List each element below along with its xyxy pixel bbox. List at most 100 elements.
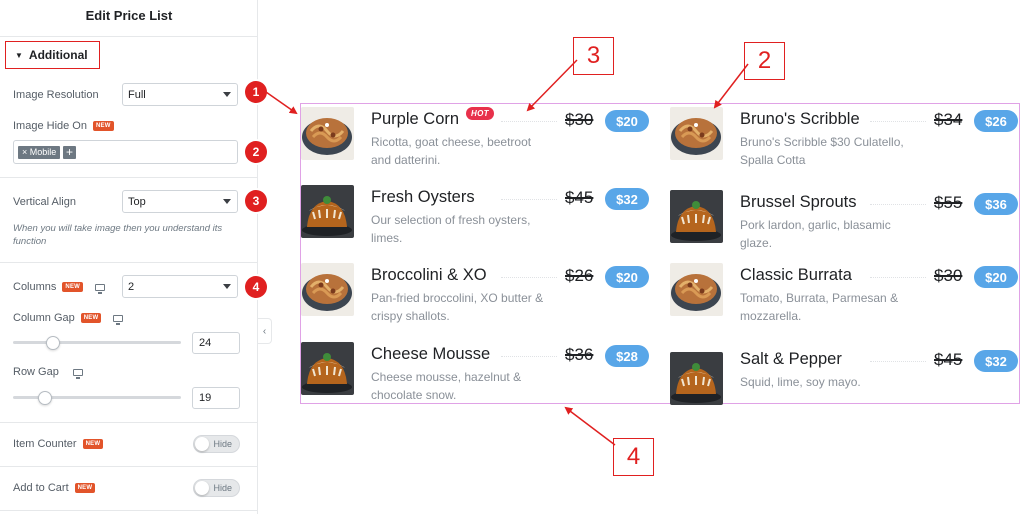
vertical-align-value: Top [128,195,146,208]
vertical-align-note: When you will take image then you unders… [13,223,223,247]
row-gap-input[interactable]: 19 [192,387,240,409]
leader-dots [501,356,557,357]
image-hide-on-text: Image Hide On [13,120,87,132]
chevron-down-icon [223,92,231,97]
new-badge: NEW [82,439,104,449]
add-tag-button[interactable]: + [63,146,76,159]
callout-box: 3 [573,37,614,75]
leader-dots [501,121,557,122]
item-counter-label: Item Counter NEW [13,438,104,450]
column-gap-slider[interactable] [13,341,181,344]
price-pill: $26 [974,110,1018,132]
columns-text: Columns [13,281,57,293]
columns-value: 2 [128,280,135,293]
panel-title: Edit Price List [85,8,173,23]
step-badge: 1 [245,81,267,103]
divider [0,510,258,511]
new-badge: NEW [80,313,102,323]
item-description: Tomato, Burrata, Parmesan & mozzarella. [740,291,899,323]
item-image [670,190,723,243]
toggle-knob [195,481,209,495]
price-pill: $20 [605,266,649,288]
section-additional-toggle[interactable]: ▼ Additional [5,41,100,69]
image-hide-on-label: Image Hide On NEW [13,120,114,132]
item-counter-toggle[interactable]: Hide [193,435,240,453]
item-description: Pork lardon, garlic, blasamic glaze. [740,218,891,250]
item-name: Broccolini & XO [371,266,487,284]
callout-box: 4 [613,438,654,476]
old-price: $55 [934,193,963,212]
leader-dots [501,277,557,278]
item-description: Pan-fried broccolini, XO butter & crispy… [371,291,544,323]
item-image [301,263,354,316]
image-resolution-value: Full [128,88,146,101]
row-gap-label: Row Gap [13,366,83,379]
column-gap-input[interactable]: 24 [192,332,240,354]
item-name: Purple Corn [371,110,460,128]
divider [0,36,258,37]
desktop-icon[interactable] [95,283,106,294]
section-label: Additional [28,48,88,62]
add-to-cart-label: Add to Cart NEW [13,482,96,494]
item-name: Bruno's Scribble [740,110,860,128]
image-resolution-select[interactable]: Full [122,83,238,106]
price-pill: $32 [605,188,649,210]
item-image [301,342,354,395]
desktop-icon[interactable] [113,314,124,325]
image-hide-on-field[interactable]: × Mobile + [13,140,238,164]
chevron-down-icon [223,199,231,204]
price-pill: $32 [974,350,1018,372]
row-gap-slider-handle[interactable] [38,391,52,405]
add-to-cart-toggle[interactable]: Hide [193,479,240,497]
columns-select[interactable]: 2 [122,275,238,298]
caret-down-icon: ▼ [15,50,23,60]
price-pill: $28 [605,345,649,367]
item-image [301,185,354,238]
new-badge: NEW [74,483,96,493]
image-resolution-label: Image Resolution [13,89,99,101]
mobile-tag[interactable]: × Mobile [18,146,61,159]
old-price: $36 [565,345,594,364]
columns-label: Columns NEW [13,281,106,294]
chevron-down-icon [223,284,231,289]
item-name: Salt & Pepper [740,350,842,368]
toggle-knob [195,437,209,451]
price-pill: $20 [974,266,1018,288]
desktop-icon[interactable] [72,368,83,379]
leader-dots [870,277,926,278]
callout-box: 2 [744,42,785,80]
old-price: $45 [934,350,963,369]
item-description: Our selection of fresh oysters, limes. [371,213,531,245]
price-pill: $36 [974,193,1018,215]
column-gap-slider-handle[interactable] [46,336,60,350]
chevron-left-icon: ‹ [262,325,267,337]
item-image [301,107,354,160]
vertical-align-label: Vertical Align [13,196,76,208]
leader-dots [870,204,926,205]
old-price: $30 [934,266,963,285]
item-image [670,263,723,316]
toggle-state: Hide [213,483,232,493]
collapse-panel-button[interactable]: ‹ [258,318,272,344]
divider [0,422,258,423]
new-badge: NEW [92,121,114,131]
add-to-cart-text: Add to Cart [13,482,69,494]
old-price: $34 [934,110,963,129]
vertical-align-select[interactable]: Top [122,190,238,213]
toggle-state: Hide [213,439,232,449]
item-description: Bruno's Scribble $30 Culatello, Spalla C… [740,135,904,167]
divider [0,466,258,467]
column-gap-text: Column Gap [13,312,75,324]
price-list-preview: Purple Corn Ricotta, goat cheese, beetroo… [300,103,1020,405]
hot-badge: HOT [466,107,494,120]
leader-dots [870,361,926,362]
item-name: Brussel Sprouts [740,193,857,211]
column-gap-label: Column Gap NEW [13,312,124,325]
item-name: Fresh Oysters [371,188,475,206]
arrow-4 [564,406,616,446]
image-resolution-text: Image Resolution [13,89,99,101]
divider [0,177,258,178]
old-price: $45 [565,188,594,207]
step-badge: 4 [245,276,267,298]
price-pill: $20 [605,110,649,132]
